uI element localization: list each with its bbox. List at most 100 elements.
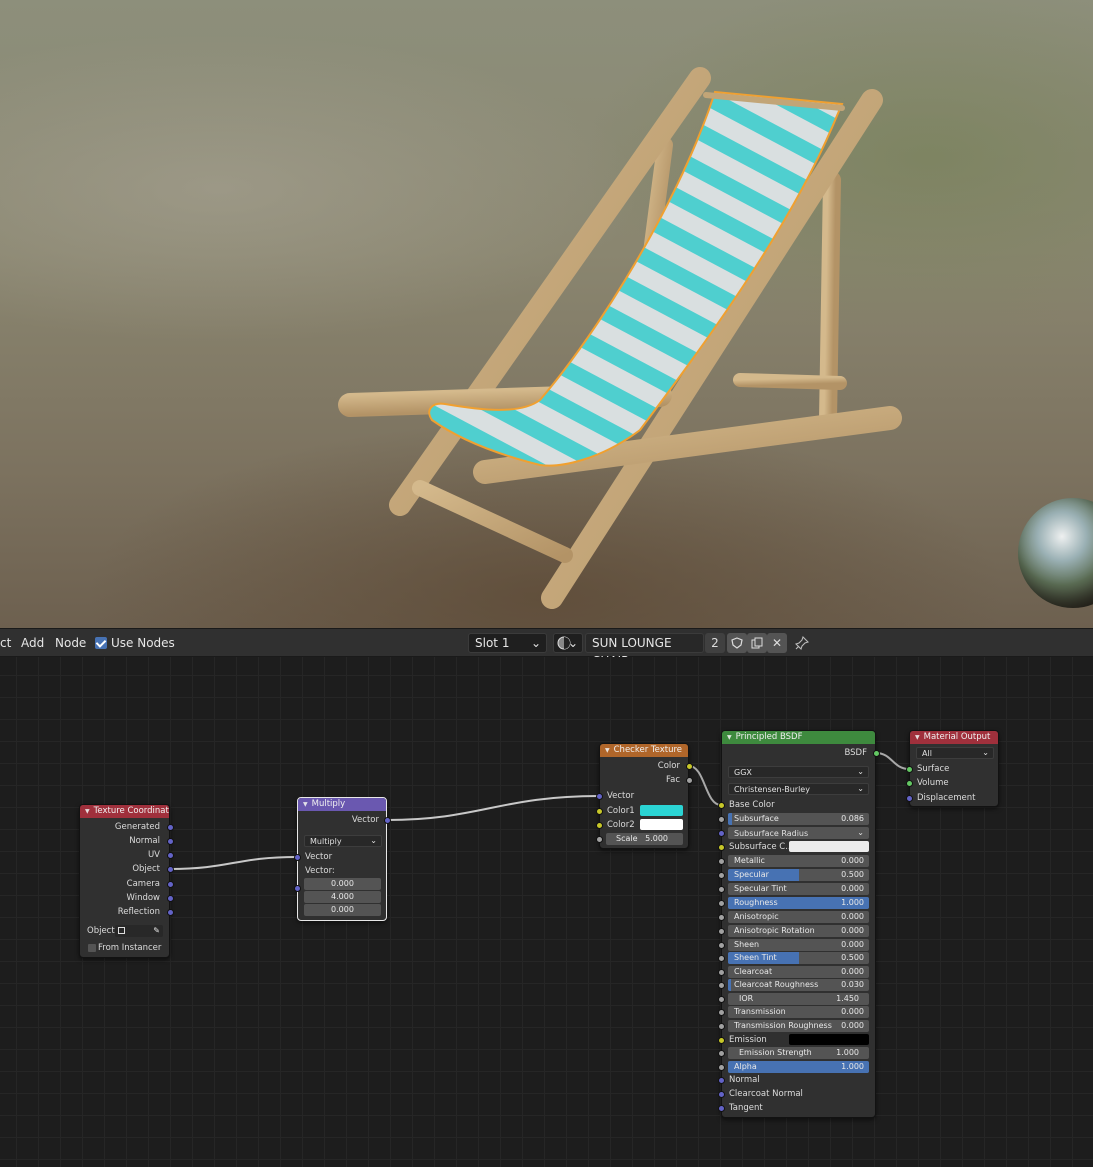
clearcoat-field[interactable]: Clearcoat 0.000 <box>728 966 869 978</box>
socket-roughness-in[interactable] <box>718 900 725 907</box>
user-count-button[interactable]: 2 <box>705 633 725 653</box>
node-multiply[interactable]: ▼ Multiply Vector Multiply ⌄ Vector Vector… <box>294 797 391 921</box>
operation-dropdown[interactable]: Multiply ⌄ <box>304 835 382 847</box>
fake-user-button[interactable] <box>727 633 747 653</box>
node-header[interactable]: ▼ Principled BSDF <box>722 731 875 744</box>
socket-normal[interactable] <box>167 838 174 845</box>
socket-displacement-in[interactable] <box>906 795 913 802</box>
socket-anisotropic-in[interactable] <box>718 914 725 921</box>
menu-add[interactable]: Add <box>21 629 44 657</box>
eyedropper-icon[interactable]: ✎ <box>153 925 160 937</box>
socket-color-out[interactable] <box>686 763 693 770</box>
socket-clearcoat-roughness-in[interactable] <box>718 982 725 989</box>
node-header[interactable]: ▼ Texture Coordinate <box>80 805 169 818</box>
socket-normal-in[interactable] <box>718 1077 725 1084</box>
3d-viewport[interactable] <box>0 0 1093 628</box>
socket-sheen-tint-in[interactable] <box>718 955 725 962</box>
socket-vector-out[interactable] <box>384 817 391 824</box>
socket-clearcoat-in[interactable] <box>718 969 725 976</box>
alpha-field[interactable]: Alpha 1.000 <box>728 1061 869 1073</box>
socket-subsurface-in[interactable] <box>718 816 725 823</box>
socket-scale-in[interactable] <box>596 836 603 843</box>
vector-y-field[interactable]: 4.000 <box>304 891 381 903</box>
subsurface-radius-dropdown[interactable]: Subsurface Radius ⌄ <box>728 827 869 839</box>
socket-vector-in[interactable] <box>596 793 603 800</box>
menu-select[interactable]: ct <box>0 629 11 657</box>
node-checker-texture[interactable]: ▼ Checker Texture Color Fac Vector Color1… <box>596 743 693 849</box>
collapse-triangle-icon[interactable]: ▼ <box>303 801 308 808</box>
socket-base-color-in[interactable] <box>718 802 725 809</box>
socket-vector2-in[interactable] <box>294 885 301 892</box>
transmission-field[interactable]: Transmission 0.000 <box>728 1006 869 1018</box>
color1-swatch[interactable] <box>640 805 683 816</box>
metallic-field[interactable]: Metallic 0.000 <box>728 855 869 867</box>
socket-subsurface-radius-in[interactable] <box>718 830 725 837</box>
subsurface-color-swatch[interactable] <box>789 841 869 852</box>
socket-sheen-in[interactable] <box>718 942 725 949</box>
target-dropdown[interactable]: All ⌄ <box>916 747 994 759</box>
from-instancer-checkbox[interactable] <box>88 944 96 952</box>
socket-subsurface-color-in[interactable] <box>718 844 725 851</box>
socket-camera[interactable] <box>167 881 174 888</box>
color2-swatch[interactable] <box>640 819 683 830</box>
material-name-field[interactable]: SUN LOUNGE CHAIR <box>585 633 704 668</box>
distribution-dropdown[interactable]: GGX ⌄ <box>728 766 869 778</box>
sheen-tint-field[interactable]: Sheen Tint 0.500 <box>728 952 869 964</box>
socket-vector-in[interactable] <box>294 854 301 861</box>
roughness-field[interactable]: Roughness 1.000 <box>728 897 869 909</box>
collapse-triangle-icon[interactable]: ▼ <box>915 734 920 741</box>
socket-surface-in[interactable] <box>906 766 913 773</box>
specular-tint-field[interactable]: Specular Tint 0.000 <box>728 883 869 895</box>
slot-dropdown[interactable]: Slot 1 ⌄ <box>468 633 547 653</box>
socket-generated[interactable] <box>167 824 174 831</box>
socket-color1-in[interactable] <box>596 808 603 815</box>
socket-tangent-in[interactable] <box>718 1105 725 1112</box>
socket-transmission-in[interactable] <box>718 1009 725 1016</box>
socket-reflection[interactable] <box>167 909 174 916</box>
socket-anisotropic-rotation-in[interactable] <box>718 928 725 935</box>
emission-color-swatch[interactable] <box>789 1034 869 1045</box>
socket-ior-in[interactable] <box>718 996 725 1003</box>
anisotropic-field[interactable]: Anisotropic 0.000 <box>728 911 869 923</box>
socket-uv[interactable] <box>167 852 174 859</box>
collapse-triangle-icon[interactable]: ▼ <box>605 747 610 754</box>
socket-metallic-in[interactable] <box>718 858 725 865</box>
duplicate-material-button[interactable] <box>747 633 767 653</box>
socket-specular-in[interactable] <box>718 872 725 879</box>
socket-bsdf-out[interactable] <box>873 750 880 757</box>
use-nodes-checkbox[interactable] <box>95 637 107 649</box>
ior-field[interactable]: IOR 1.450 <box>728 993 869 1005</box>
node-editor-canvas[interactable]: ▼ Texture Coordinate Generated Normal UV … <box>0 657 1093 1167</box>
vector-x-field[interactable]: 0.000 <box>304 878 381 890</box>
scale-field[interactable]: Scale 5.000 <box>606 833 683 845</box>
collapse-triangle-icon[interactable]: ▼ <box>85 808 90 815</box>
socket-emission-strength-in[interactable] <box>718 1050 725 1057</box>
socket-alpha-in[interactable] <box>718 1064 725 1071</box>
specular-field[interactable]: Specular 0.500 <box>728 869 869 881</box>
object-picker-field[interactable]: ✎ <box>115 925 163 937</box>
emission-strength-field[interactable]: Emission Strength 1.000 <box>728 1047 869 1059</box>
material-browse-button[interactable]: ⌄ <box>553 633 583 653</box>
socket-specular-tint-in[interactable] <box>718 886 725 893</box>
socket-transmission-roughness-in[interactable] <box>718 1023 725 1030</box>
socket-color2-in[interactable] <box>596 822 603 829</box>
node-texture-coordinate[interactable]: ▼ Texture Coordinate Generated Normal UV … <box>79 804 174 958</box>
subsurface-field[interactable]: Subsurface 0.086 <box>728 813 869 825</box>
socket-emission-in[interactable] <box>718 1037 725 1044</box>
node-material-output[interactable]: ▼ Material Output All ⌄ Surface Volume Dis… <box>906 730 999 807</box>
clearcoat-roughness-field[interactable]: Clearcoat Roughness 0.030 <box>728 979 869 991</box>
socket-volume-in[interactable] <box>906 780 913 787</box>
socket-object[interactable] <box>167 866 174 873</box>
node-header[interactable]: ▼ Material Output <box>910 731 998 744</box>
anisotropic-rotation-field[interactable]: Anisotropic Rotation 0.000 <box>728 925 869 937</box>
node-header[interactable]: ▼ Checker Texture <box>600 744 688 757</box>
unlink-material-button[interactable]: ✕ <box>767 633 787 653</box>
sheen-field[interactable]: Sheen 0.000 <box>728 939 869 951</box>
menu-node[interactable]: Node <box>55 629 86 657</box>
node-header[interactable]: ▼ Multiply <box>298 798 386 811</box>
socket-clearcoat-normal-in[interactable] <box>718 1091 725 1098</box>
collapse-triangle-icon[interactable]: ▼ <box>727 734 732 741</box>
subsurface-method-dropdown[interactable]: Christensen-Burley ⌄ <box>728 783 869 795</box>
vector-z-field[interactable]: 0.000 <box>304 904 381 916</box>
socket-fac-out[interactable] <box>686 777 693 784</box>
